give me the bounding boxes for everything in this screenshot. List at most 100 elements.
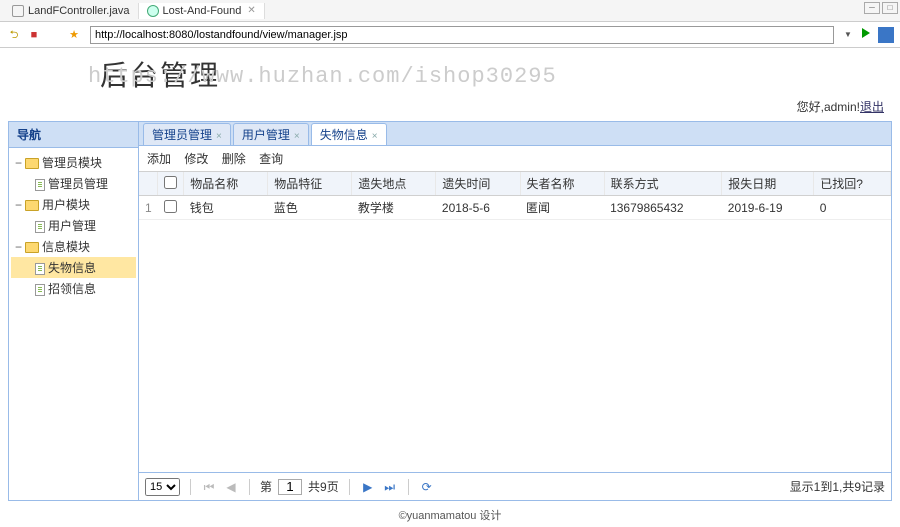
tree-node-user-module[interactable]: − 用户模块 — [11, 194, 136, 215]
footer-text: ©yuanmamatou 设计 — [0, 501, 900, 527]
welcome-bar: 您好,admin!退出 — [0, 94, 900, 121]
page-title: 后台管理 — [0, 48, 900, 94]
last-page-button[interactable]: ⏭ — [382, 479, 398, 495]
tab-label: 失物信息 — [320, 128, 368, 142]
cell-found: 0 — [814, 196, 891, 220]
pager: 15 ⏮ ◀ 第 共9页 ▶ ⏭ ⟳ 显示1到1,共9记录 — [139, 472, 891, 500]
content-tab-strip: 管理员管理 × 用户管理 × 失物信息 × — [139, 122, 891, 146]
tree-node-admin-manage[interactable]: 管理员管理 — [11, 173, 136, 194]
editor-tab-browser[interactable]: Lost-And-Found ✕ — [139, 3, 265, 19]
window-controls: ─ □ — [864, 2, 898, 14]
url-input[interactable] — [90, 26, 834, 44]
separator — [249, 479, 250, 495]
col-lost-time[interactable]: 遗失时间 — [436, 172, 520, 196]
editor-tab-label: LandFController.java — [28, 5, 130, 17]
tree-label: 招领信息 — [48, 282, 96, 296]
first-page-button[interactable]: ⏮ — [201, 479, 217, 495]
col-contact[interactable]: 联系方式 — [604, 172, 722, 196]
col-place[interactable]: 遗失地点 — [352, 172, 436, 196]
cell-checkbox[interactable] — [158, 196, 184, 220]
action-bar: 添加 修改 删除 查询 — [139, 146, 891, 172]
separator — [349, 479, 350, 495]
edit-button[interactable]: 修改 — [184, 152, 208, 166]
page-size-select[interactable]: 15 — [145, 478, 180, 496]
cell-name: 钱包 — [184, 196, 268, 220]
tab-admin-manage[interactable]: 管理员管理 × — [143, 123, 231, 145]
col-found[interactable]: 已找回? — [814, 172, 891, 196]
browser-toolbar: ⮌ ■ ★ ▼ — [0, 22, 900, 48]
tree-label: 用户管理 — [48, 219, 96, 233]
tree-label: 失物信息 — [48, 261, 96, 275]
tab-lost-info[interactable]: 失物信息 × — [311, 123, 387, 145]
tree-node-lost-info[interactable]: 失物信息 — [11, 257, 136, 278]
favorite-button[interactable]: ★ — [66, 27, 82, 43]
globe-icon — [147, 5, 159, 17]
pager-display-text: 显示1到1,共9记录 — [790, 478, 885, 495]
cell-rownum: 1 — [139, 196, 158, 220]
java-file-icon — [12, 5, 24, 17]
grid-header-row: 物品名称 物品特征 遗失地点 遗失时间 失者名称 联系方式 报失日期 已找回? — [139, 172, 891, 196]
col-report-date[interactable]: 报失日期 — [722, 172, 814, 196]
table-row[interactable]: 1 钱包 蓝色 教学楼 2018-5-6 匿闻 13679865432 2019… — [139, 196, 891, 220]
prev-page-button[interactable]: ◀ — [223, 479, 239, 495]
minimize-button[interactable]: ─ — [864, 2, 880, 14]
select-all-checkbox[interactable] — [164, 176, 177, 189]
editor-tab-label: Lost-And-Found — [163, 5, 242, 17]
refresh-page-button[interactable]: ⟳ — [419, 479, 435, 495]
collapse-icon[interactable]: − — [15, 240, 25, 254]
url-dropdown-button[interactable]: ▼ — [842, 27, 854, 43]
cell-place: 教学楼 — [352, 196, 436, 220]
page-label-pre: 第 — [260, 478, 272, 495]
separator — [190, 479, 191, 495]
play-icon — [862, 28, 870, 38]
next-page-button[interactable]: ▶ — [360, 479, 376, 495]
separator — [408, 479, 409, 495]
col-select-all[interactable] — [158, 172, 184, 196]
maximize-button[interactable]: □ — [882, 2, 898, 14]
add-button[interactable]: 添加 — [147, 152, 171, 166]
page-number-input[interactable] — [278, 479, 302, 495]
welcome-prefix: 您好, — [797, 100, 824, 114]
col-loser[interactable]: 失者名称 — [520, 172, 604, 196]
row-checkbox[interactable] — [164, 200, 177, 213]
collapse-icon[interactable]: − — [15, 156, 25, 170]
tree-label: 管理员模块 — [42, 156, 102, 170]
folder-icon — [25, 158, 39, 169]
go-button[interactable] — [858, 27, 874, 43]
stop-button[interactable]: ■ — [26, 27, 42, 43]
tree-node-info-module[interactable]: − 信息模块 — [11, 236, 136, 257]
refresh-button[interactable] — [46, 27, 62, 43]
tree-node-admin-module[interactable]: − 管理员模块 — [11, 152, 136, 173]
page-icon — [35, 284, 45, 296]
tab-label: 管理员管理 — [152, 128, 212, 142]
content-panel: 管理员管理 × 用户管理 × 失物信息 × 添加 修改 删除 查询 物品名称 — [139, 122, 891, 500]
query-button[interactable]: 查询 — [259, 152, 283, 166]
col-feature[interactable]: 物品特征 — [268, 172, 352, 196]
editor-tab-java[interactable]: LandFController.java — [4, 3, 139, 19]
tab-user-manage[interactable]: 用户管理 × — [233, 123, 309, 145]
collapse-icon[interactable]: − — [15, 198, 25, 212]
close-icon[interactable]: × — [216, 131, 222, 142]
nav-tree: − 管理员模块 管理员管理 − 用户模块 用户管理 − 信息模块 失物信息 招领信息 — [9, 148, 138, 500]
cell-contact: 13679865432 — [604, 196, 722, 220]
close-icon[interactable]: ✕ — [247, 5, 255, 16]
delete-button[interactable]: 删除 — [222, 152, 246, 166]
close-icon[interactable]: × — [372, 131, 378, 142]
page-label-post: 共9页 — [308, 478, 339, 495]
app-icon[interactable] — [878, 27, 894, 43]
tree-label: 信息模块 — [42, 240, 90, 254]
page-icon — [35, 179, 45, 191]
logout-link[interactable]: 退出 — [860, 100, 884, 114]
col-rownum — [139, 172, 158, 196]
tree-label: 用户模块 — [42, 198, 90, 212]
editor-tab-strip: LandFController.java Lost-And-Found ✕ ─ … — [0, 0, 900, 22]
tree-label: 管理员管理 — [48, 177, 108, 191]
nav-title: 导航 — [9, 122, 138, 148]
page-icon — [35, 221, 45, 233]
tree-node-user-manage[interactable]: 用户管理 — [11, 215, 136, 236]
close-icon[interactable]: × — [294, 131, 300, 142]
tab-label: 用户管理 — [242, 128, 290, 142]
back-button[interactable]: ⮌ — [6, 27, 22, 43]
col-name[interactable]: 物品名称 — [184, 172, 268, 196]
tree-node-found-info[interactable]: 招领信息 — [11, 278, 136, 299]
